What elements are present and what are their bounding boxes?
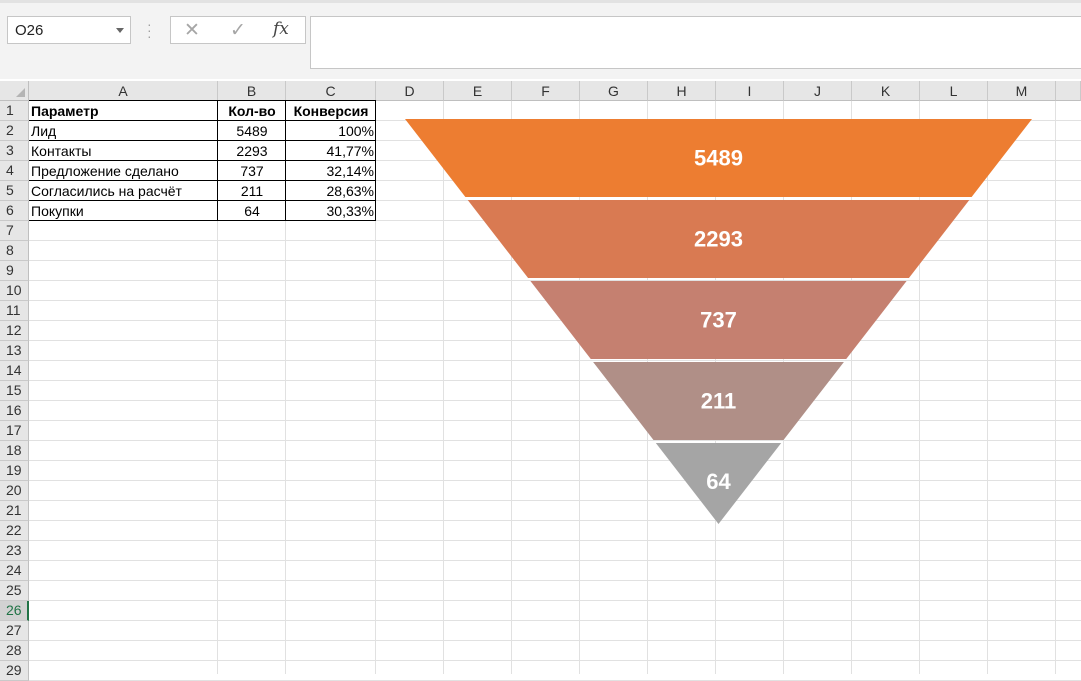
funnel-chart[interactable]: 5489 2293 737 211 64 [0,81,1081,674]
chevron-down-icon[interactable] [116,28,124,33]
formula-buttons: ✕ ✓ fx [170,16,306,44]
name-box-value: O26 [15,22,44,39]
name-box[interactable]: O26 [7,16,131,44]
insert-function-icon[interactable]: fx [273,19,289,39]
funnel-data-label-4: 211 [701,389,737,414]
worksheet-grid[interactable]: ABCDEFGHIJKLM 1 2 3 4 5 6 7 8 9 10 11 12 13 14 15 16 17 1… [0,81,1081,681]
enter-icon[interactable]: ✓ [230,19,246,42]
drag-handle-icon[interactable]: · · · [147,17,152,43]
funnel-data-label-1: 5489 [694,146,743,171]
formula-input[interactable] [310,16,1081,69]
formula-bar-area: O26 · · · ✕ ✓ fx [0,0,1081,79]
funnel-data-label-2: 2293 [694,227,743,252]
funnel-data-label-5: 64 [706,469,731,494]
ribbon-edge [0,0,1081,3]
funnel-data-label-3: 737 [700,308,737,333]
cancel-icon[interactable]: ✕ [184,19,200,42]
